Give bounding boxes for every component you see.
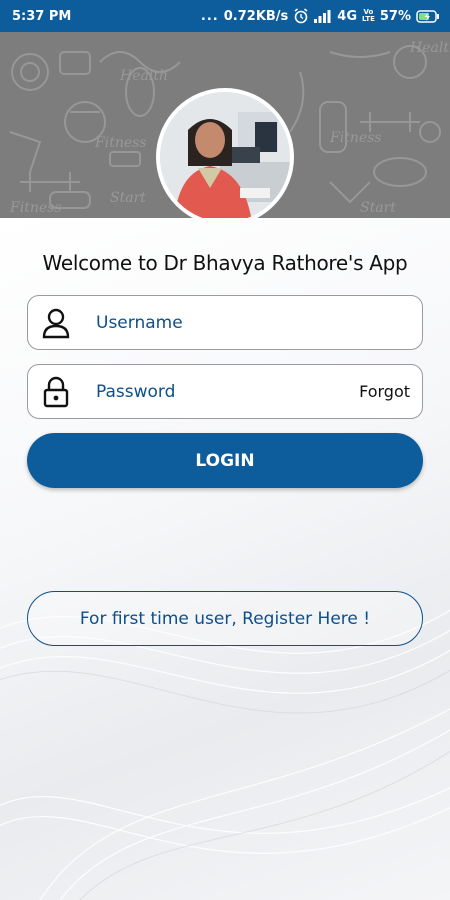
login-panel: Welcome to Dr Bhavya Rathore's App Forgo… bbox=[0, 218, 450, 900]
user-icon bbox=[38, 305, 74, 341]
login-button[interactable]: LOGIN bbox=[27, 433, 423, 488]
status-time: 5:37 PM bbox=[12, 8, 72, 24]
volte-icon: Vo LTE bbox=[362, 9, 375, 23]
signal-icon bbox=[314, 9, 332, 23]
profile-photo bbox=[156, 88, 294, 218]
status-bar: 5:37 PM ... 0.72KB/s 4G Vo LTE 57% bbox=[0, 0, 450, 32]
volte-bottom-label: LTE bbox=[362, 15, 375, 23]
svg-text:Start: Start bbox=[110, 190, 146, 206]
username-field[interactable] bbox=[27, 295, 423, 350]
password-input[interactable] bbox=[94, 380, 338, 403]
svg-text:Fitness: Fitness bbox=[329, 130, 382, 146]
welcome-heading: Welcome to Dr Bhavya Rathore's App bbox=[42, 251, 408, 275]
doctor-portrait-image bbox=[160, 92, 290, 218]
notification-dots: ... bbox=[200, 8, 219, 24]
register-button[interactable]: For first time user, Register Here ! bbox=[27, 591, 423, 646]
status-right-group: ... 0.72KB/s 4G Vo LTE 57% bbox=[201, 8, 440, 24]
svg-text:Start: Start bbox=[360, 200, 396, 216]
battery-percent: 57% bbox=[379, 8, 411, 24]
network-speed: 0.72KB/s bbox=[223, 8, 289, 24]
battery-charging-icon bbox=[416, 9, 440, 23]
password-field[interactable]: Forgot bbox=[27, 364, 423, 419]
network-type: 4G bbox=[337, 8, 358, 24]
svg-text:Fitness: Fitness bbox=[9, 200, 62, 216]
forgot-password-link[interactable]: Forgot bbox=[359, 382, 410, 401]
alarm-icon bbox=[293, 8, 309, 24]
svg-text:Fitness: Fitness bbox=[94, 135, 147, 151]
username-input[interactable] bbox=[94, 311, 338, 334]
lock-icon bbox=[38, 374, 74, 410]
svg-text:Health: Health bbox=[119, 68, 168, 84]
header-banner: Health Fitness Fitness Start Fitness Hea… bbox=[0, 32, 450, 218]
svg-text:Health: Health bbox=[409, 40, 450, 56]
